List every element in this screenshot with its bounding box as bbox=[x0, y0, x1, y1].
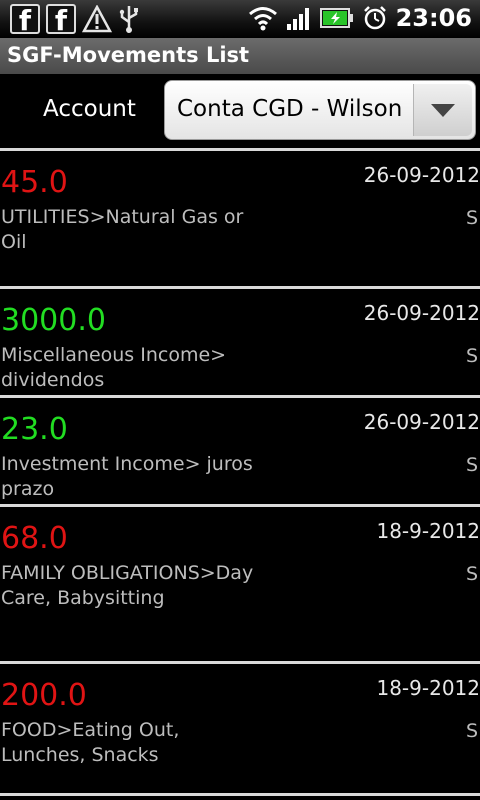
movement-amount: 68.0 bbox=[1, 521, 68, 556]
movement-category: Miscellaneous Income> dividendos bbox=[1, 344, 227, 391]
wifi-icon bbox=[248, 7, 277, 31]
movement-amount: 3000.0 bbox=[1, 303, 106, 338]
movement-date: 18-9-2012 bbox=[376, 519, 480, 543]
movement-date: 26-09-2012 bbox=[363, 410, 480, 434]
screen: f f 23:06 SGF-Movements List Account Con… bbox=[0, 0, 480, 800]
signal-icon bbox=[286, 8, 309, 30]
account-label: Account bbox=[43, 96, 136, 122]
movement-category: UTILITIES>Natural Gas or Oil bbox=[1, 206, 244, 253]
movement-amount: 45.0 bbox=[1, 165, 68, 200]
status-system-icons: 23:06 bbox=[248, 4, 472, 32]
movement-item[interactable]: 200.0 18-9-2012 FOOD>Eating Out, Lunches… bbox=[0, 661, 480, 793]
clock: 23:06 bbox=[395, 4, 472, 32]
movement-category: Investment Income> juros prazo bbox=[1, 453, 253, 500]
spinner-dropdown-button[interactable] bbox=[413, 84, 472, 136]
movement-flag: S bbox=[465, 720, 478, 742]
movement-item[interactable]: 3000.0 26-09-2012 Miscellaneous Income> … bbox=[0, 286, 480, 395]
movement-item[interactable]: 45.0 26-09-2012 UTILITIES>Natural Gas or… bbox=[0, 148, 480, 286]
status-notifications: f f bbox=[10, 4, 140, 34]
facebook-icon: f bbox=[10, 4, 40, 34]
movement-date: 26-09-2012 bbox=[363, 163, 480, 187]
status-bar: f f 23:06 bbox=[0, 0, 480, 39]
movement-category: FOOD>Eating Out, Lunches, Snacks bbox=[1, 719, 180, 766]
title-bar: SGF-Movements List bbox=[0, 38, 480, 75]
movement-flag: S bbox=[465, 345, 478, 367]
account-spinner[interactable]: Conta CGD - Wilson bbox=[164, 80, 476, 140]
movement-flag: S bbox=[465, 563, 478, 585]
movement-flag: S bbox=[465, 454, 478, 476]
movement-date: 26-09-2012 bbox=[363, 301, 480, 325]
movement-item[interactable]: 23.0 26-09-2012 Investment Income> juros… bbox=[0, 395, 480, 504]
movement-item[interactable]: 68.0 18-9-2012 FAMILY OBLIGATIONS>Day Ca… bbox=[0, 504, 480, 661]
facebook-icon: f bbox=[46, 4, 76, 34]
movement-amount: 23.0 bbox=[1, 412, 68, 447]
alarm-icon bbox=[363, 6, 386, 30]
movement-flag: S bbox=[465, 207, 478, 229]
list-divider bbox=[0, 793, 480, 796]
movement-category: FAMILY OBLIGATIONS>Day Care, Babysitting bbox=[1, 562, 254, 609]
chevron-down-icon bbox=[431, 104, 455, 117]
movement-amount: 200.0 bbox=[1, 678, 87, 713]
battery-charging-icon bbox=[319, 8, 353, 28]
movement-date: 18-9-2012 bbox=[376, 676, 480, 700]
account-spinner-value: Conta CGD - Wilson bbox=[177, 96, 403, 122]
warning-icon bbox=[82, 5, 112, 33]
movements-list: 45.0 26-09-2012 UTILITIES>Natural Gas or… bbox=[0, 148, 480, 793]
account-row: Account Conta CGD - Wilson bbox=[0, 74, 480, 148]
usb-icon bbox=[119, 6, 138, 33]
page-title: SGF-Movements List bbox=[7, 43, 250, 67]
